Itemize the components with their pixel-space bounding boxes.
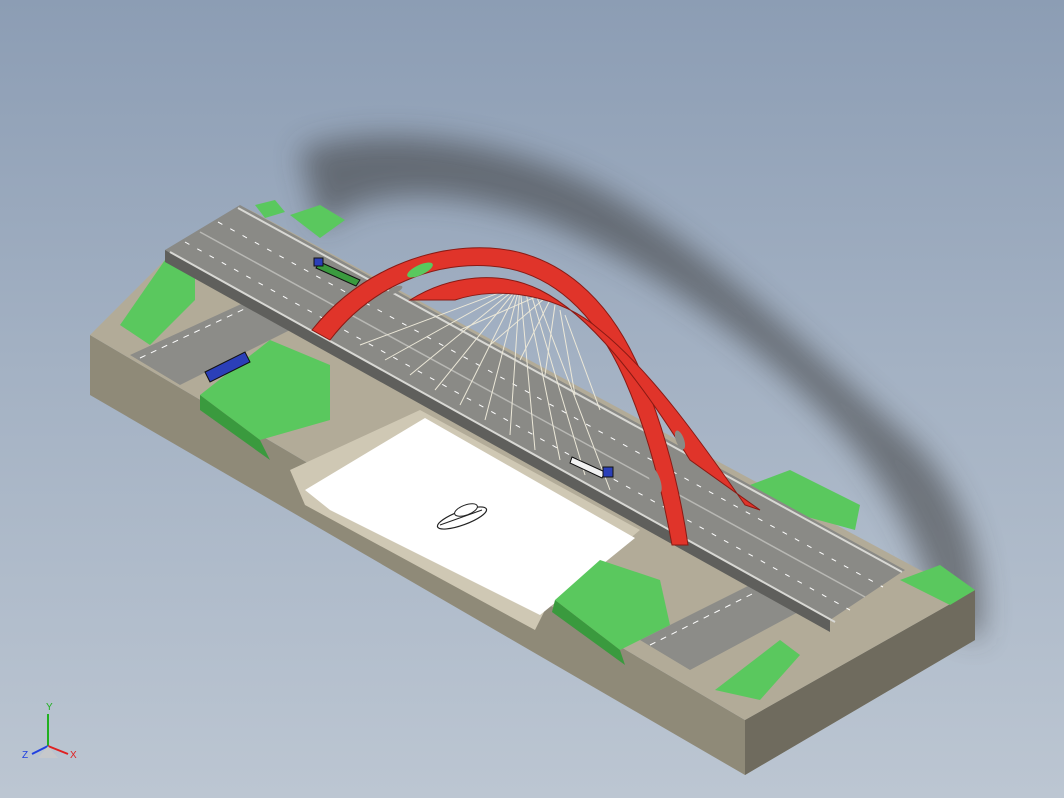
x-axis-label: X (70, 750, 77, 761)
bridge-model[interactable] (0, 0, 1064, 798)
axis-triad[interactable]: Y X Z (20, 700, 90, 770)
z-axis-label: Z (22, 750, 28, 761)
3d-viewport[interactable]: Y X Z (0, 0, 1064, 798)
y-axis-label: Y (46, 702, 53, 713)
